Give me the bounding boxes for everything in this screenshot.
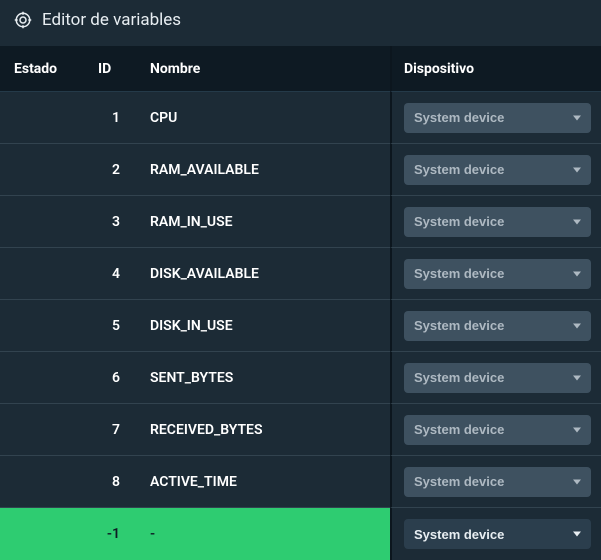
cell-id: 5 bbox=[68, 318, 150, 334]
device-select-wrap: System device bbox=[404, 311, 591, 341]
table-row-new: System device bbox=[390, 508, 601, 560]
table-header-row: Dispositivo bbox=[390, 46, 601, 92]
table-row[interactable]: 6 SENT_BYTES bbox=[0, 352, 390, 404]
cell-id: 1 bbox=[68, 110, 150, 126]
cell-nombre: RAM_IN_USE bbox=[150, 214, 390, 230]
target-icon bbox=[14, 11, 32, 29]
table-row: System device bbox=[390, 196, 601, 248]
table-row: System device bbox=[390, 404, 601, 456]
cell-id: 7 bbox=[68, 422, 150, 438]
table-row: System device bbox=[390, 248, 601, 300]
table-right-pane: Dispositivo System device System device … bbox=[390, 46, 601, 560]
table-row-new[interactable]: -1 - bbox=[0, 508, 390, 560]
device-select-wrap: System device bbox=[404, 415, 591, 445]
device-select[interactable]: System device bbox=[404, 207, 591, 237]
cell-nombre: CPU bbox=[150, 110, 390, 126]
device-select[interactable]: System device bbox=[404, 259, 591, 289]
device-select[interactable]: System device bbox=[404, 519, 591, 549]
device-select-wrap: System device bbox=[404, 363, 591, 393]
table-row[interactable]: 3 RAM_IN_USE bbox=[0, 196, 390, 248]
table-row: System device bbox=[390, 92, 601, 144]
device-select[interactable]: System device bbox=[404, 311, 591, 341]
device-select[interactable]: System device bbox=[404, 467, 591, 497]
cell-id: 4 bbox=[68, 266, 150, 282]
cell-nombre: DISK_IN_USE bbox=[150, 318, 390, 334]
col-header-dispositivo[interactable]: Dispositivo bbox=[404, 61, 474, 77]
page-header: Editor de variables bbox=[0, 0, 601, 46]
device-select-wrap: System device bbox=[404, 207, 591, 237]
cell-nombre: RECEIVED_BYTES bbox=[150, 422, 390, 438]
device-select-wrap: System device bbox=[404, 103, 591, 133]
table-left-pane: Estado ID Nombre 1 CPU 2 RAM_AVAILABLE 3… bbox=[0, 46, 390, 560]
col-header-nombre[interactable]: Nombre bbox=[150, 61, 390, 77]
table-row: System device bbox=[390, 456, 601, 508]
table-row[interactable]: 2 RAM_AVAILABLE bbox=[0, 144, 390, 196]
device-select-wrap: System device bbox=[404, 259, 591, 289]
device-select-wrap: System device bbox=[404, 519, 591, 549]
table-row[interactable]: 5 DISK_IN_USE bbox=[0, 300, 390, 352]
device-select-wrap: System device bbox=[404, 467, 591, 497]
col-header-id[interactable]: ID bbox=[98, 61, 150, 77]
device-select[interactable]: System device bbox=[404, 155, 591, 185]
table-row: System device bbox=[390, 144, 601, 196]
cell-nombre: - bbox=[150, 526, 390, 542]
variables-table: Estado ID Nombre 1 CPU 2 RAM_AVAILABLE 3… bbox=[0, 46, 601, 560]
cell-nombre: ACTIVE_TIME bbox=[150, 474, 390, 490]
cell-id: 6 bbox=[68, 370, 150, 386]
cell-id: 3 bbox=[68, 214, 150, 230]
device-select-wrap: System device bbox=[404, 155, 591, 185]
table-header-row: Estado ID Nombre bbox=[0, 46, 390, 92]
cell-id: 2 bbox=[68, 162, 150, 178]
cell-nombre: DISK_AVAILABLE bbox=[150, 266, 390, 282]
table-row[interactable]: 7 RECEIVED_BYTES bbox=[0, 404, 390, 456]
page-title: Editor de variables bbox=[42, 10, 181, 30]
device-select[interactable]: System device bbox=[404, 363, 591, 393]
table-row[interactable]: 4 DISK_AVAILABLE bbox=[0, 248, 390, 300]
table-row[interactable]: 8 ACTIVE_TIME bbox=[0, 456, 390, 508]
cell-id: 8 bbox=[68, 474, 150, 490]
table-row: System device bbox=[390, 300, 601, 352]
cell-nombre: SENT_BYTES bbox=[150, 370, 390, 386]
cell-id: -1 bbox=[68, 526, 150, 542]
device-select[interactable]: System device bbox=[404, 415, 591, 445]
col-header-estado[interactable]: Estado bbox=[14, 61, 98, 77]
table-row[interactable]: 1 CPU bbox=[0, 92, 390, 144]
cell-nombre: RAM_AVAILABLE bbox=[150, 162, 390, 178]
table-row: System device bbox=[390, 352, 601, 404]
device-select[interactable]: System device bbox=[404, 103, 591, 133]
